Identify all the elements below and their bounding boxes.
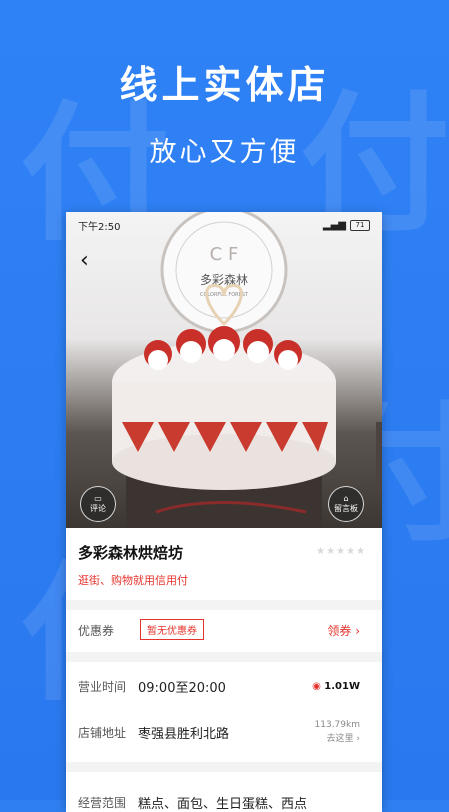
coupon-row[interactable]: 优惠券 暂无优惠券 领券 ›: [66, 610, 382, 650]
get-coupon-link[interactable]: 领券 ›: [327, 622, 360, 639]
popularity-count: ◉ 1.01W: [312, 680, 360, 692]
distance-info[interactable]: 113.79km 去这里 ›: [315, 718, 360, 746]
navigate-link: 去这里 ›: [326, 734, 360, 744]
promo-subtitle: 放心又方便: [149, 137, 300, 168]
footprint-icon: ◉: [312, 680, 325, 692]
info-card: 营业时间 09:00至20:00 ◉ 1.01W 店铺地址 枣强县胜利北路 11…: [66, 662, 382, 762]
store-header: 多彩森林烘焙坊 ★★★★★ 逛街、购物就用信用付: [66, 528, 382, 600]
hours-value: 09:00至20:00: [138, 680, 226, 696]
back-button[interactable]: ‹: [80, 248, 89, 273]
store-photo: C F 多彩森林 COLORFUL FOREST 下午2:50 ▂▄▆ 71 ‹: [66, 212, 382, 528]
store-name: 多彩森林烘焙坊: [78, 544, 184, 562]
status-bar: 下午2:50 ▂▄▆ 71: [66, 212, 382, 238]
comment-button[interactable]: ▭ 评论: [80, 486, 116, 522]
scope-row: 经营范围 糕点、面包、生日蛋糕、西点: [66, 782, 382, 812]
hours-row: 营业时间 09:00至20:00 ◉ 1.01W: [66, 666, 382, 706]
battery-icon: 71: [350, 219, 370, 231]
status-icons: ▂▄▆ 71: [322, 219, 370, 231]
address-value: 枣强县胜利北路: [138, 726, 230, 742]
message-board-button[interactable]: ⌂ 留言板: [328, 486, 364, 522]
hours-label: 营业时间: [78, 679, 127, 694]
scope-card: 经营范围 糕点、面包、生日蛋糕、西点: [66, 772, 382, 812]
logo-text: 多彩森林: [200, 272, 248, 287]
status-time: 下午2:50: [78, 221, 121, 233]
signal-icon: ▂▄▆: [322, 219, 346, 231]
store-tagline: 逛街、购物就用信用付: [78, 574, 188, 587]
comment-icon: ▭: [94, 494, 102, 503]
phone-screenshot: C F 多彩森林 COLORFUL FOREST 下午2:50 ▂▄▆ 71 ‹: [66, 212, 382, 812]
svg-text:C F: C F: [210, 244, 239, 265]
rating-stars: ★★★★★: [316, 546, 366, 557]
message-board-label: 留言板: [334, 504, 358, 513]
comment-label: 评论: [90, 504, 106, 513]
scope-label: 经营范围: [78, 795, 127, 810]
distance-value: 113.79km: [314, 720, 360, 730]
shop-icon: ⌂: [343, 494, 349, 503]
cake-illustration: C F 多彩森林 COLORFUL FOREST: [112, 212, 382, 528]
coupon-card: 优惠券 暂无优惠券 领券 ›: [66, 610, 382, 652]
no-coupon-tag: 暂无优惠券: [140, 619, 204, 640]
address-label: 店铺地址: [78, 725, 127, 740]
promo-title: 线上实体店: [119, 63, 330, 107]
coupon-label: 优惠券: [78, 623, 115, 638]
address-row[interactable]: 店铺地址 枣强县胜利北路 113.79km 去这里 ›: [66, 712, 382, 752]
scope-value: 糕点、面包、生日蛋糕、西点: [138, 796, 308, 812]
